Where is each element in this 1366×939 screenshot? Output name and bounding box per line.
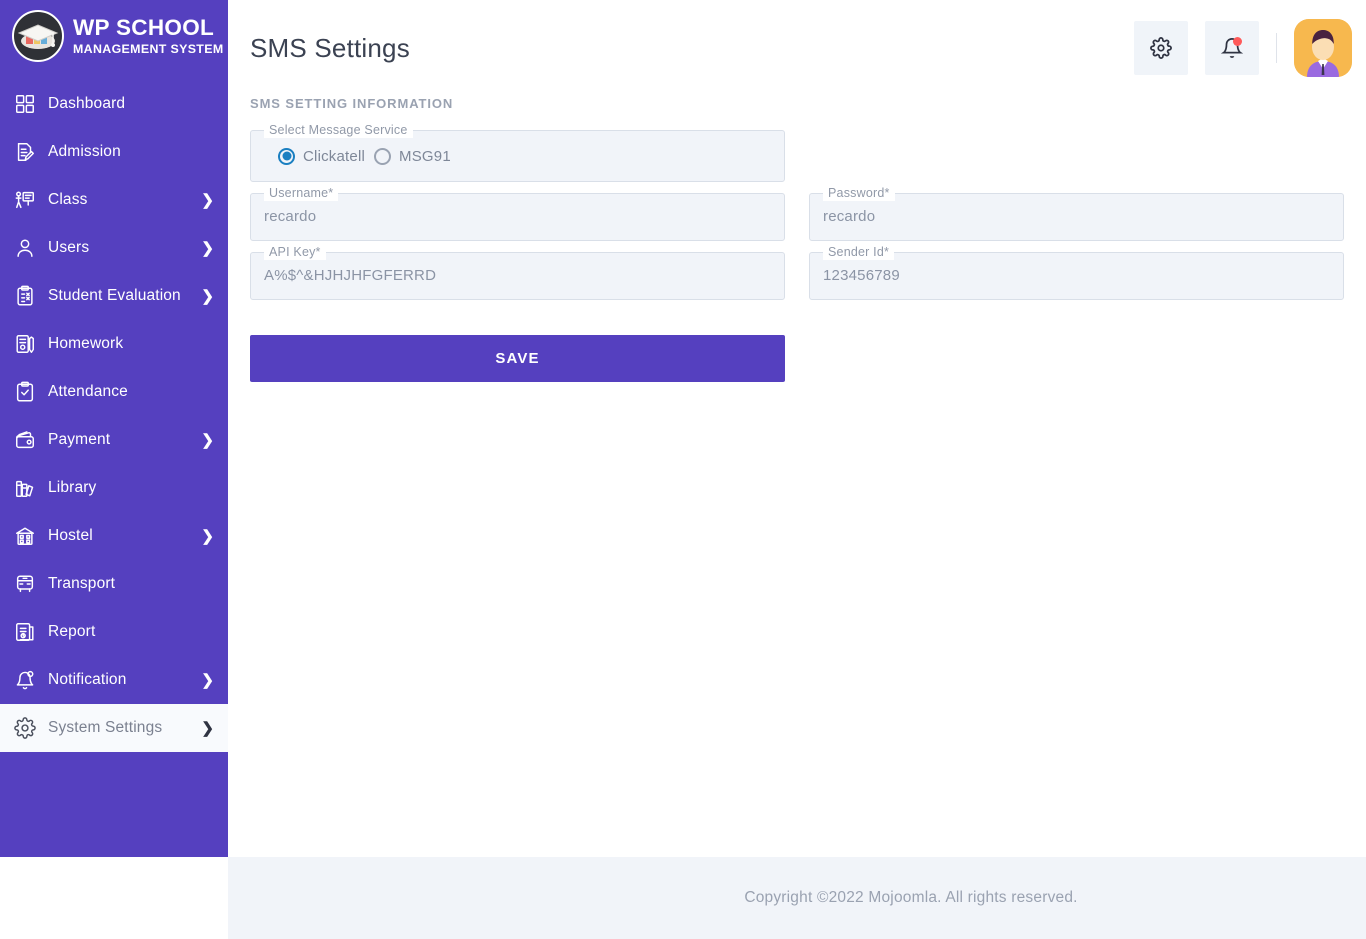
bus-icon	[12, 571, 38, 597]
sidebar-item-homework[interactable]: Homework	[0, 320, 228, 368]
sidebar-item-label: Report	[48, 623, 96, 640]
radio-option-label: MSG91	[399, 147, 451, 165]
sidebar-nav: Dashboard Admission Class ❯ Users ❯ Student Ev…	[0, 80, 228, 752]
hostel-building-icon	[12, 523, 38, 549]
message-service-group: Select Message Service Clickatell MSG91	[250, 123, 785, 182]
wallet-icon	[12, 427, 38, 453]
graduation-cap-icon	[12, 10, 64, 62]
settings-button[interactable]	[1134, 21, 1188, 75]
sidebar-item-label: Dashboard	[48, 95, 126, 112]
person-icon	[12, 235, 38, 261]
chevron-right-icon: ❯	[201, 191, 214, 209]
sidebar-item-attendance[interactable]: Attendance	[0, 368, 228, 416]
save-button[interactable]: SAVE	[250, 335, 785, 382]
field-api-key[interactable]: API Key* A%$^&HJHJHFGFERRD	[250, 245, 785, 300]
sidebar-item-transport[interactable]: Transport	[0, 560, 228, 608]
sms-settings-form: Select Message Service Clickatell MSG91 U…	[250, 123, 1344, 382]
main-area: SMS Settings SMS SETTING INFORMATION Sel…	[228, 0, 1366, 939]
sidebar-item-label: Payment	[48, 431, 111, 448]
teacher-board-icon	[12, 187, 38, 213]
book-pencil-icon	[12, 331, 38, 357]
sidebar-item-report[interactable]: Report	[0, 608, 228, 656]
radio-mark[interactable]	[374, 147, 392, 165]
topbar: SMS Settings	[228, 0, 1366, 96]
chevron-right-icon: ❯	[201, 719, 214, 737]
footer-copyright: Copyright ©2022 Mojoomla. All rights res…	[744, 889, 1078, 906]
clipboard-check-icon	[12, 283, 38, 309]
footer: Copyright ©2022 Mojoomla. All rights res…	[228, 857, 1366, 939]
sidebar-item-label: Notification	[48, 671, 127, 688]
bell-icon	[12, 667, 38, 693]
topbar-divider	[1276, 33, 1277, 63]
sidebar-item-payment[interactable]: Payment ❯	[0, 416, 228, 464]
field-username-label: Username*	[264, 186, 339, 201]
chevron-right-icon: ❯	[201, 527, 214, 545]
field-password-value: recardo	[823, 208, 876, 225]
notifications-button[interactable]	[1205, 21, 1259, 75]
chevron-right-icon: ❯	[201, 287, 214, 305]
field-username[interactable]: Username* recardo	[250, 186, 785, 241]
message-service-options: Clickatell MSG91	[264, 147, 451, 165]
chevron-right-icon: ❯	[201, 431, 214, 449]
sidebar-item-library[interactable]: Library	[0, 464, 228, 512]
radio-option-clickatell[interactable]: Clickatell	[278, 147, 366, 165]
gear-icon	[12, 715, 38, 741]
graduation-cap-glyph	[17, 24, 59, 49]
clipboard-tick-icon	[12, 379, 38, 405]
sidebar-item-class[interactable]: Class ❯	[0, 176, 228, 224]
section-title: SMS SETTING INFORMATION	[250, 96, 454, 111]
radio-option-label: Clickatell	[303, 147, 366, 165]
sidebar-item-label: System Settings	[48, 719, 163, 736]
message-service-label: Select Message Service	[264, 123, 413, 138]
grid-dashboard-icon	[12, 91, 38, 117]
sidebar-item-label: Library	[48, 479, 97, 496]
gear-icon	[1150, 37, 1172, 59]
sidebar: WP SCHOOL MANAGEMENT SYSTEM Dashboard Adm…	[0, 0, 228, 857]
field-sender-id-value: 123456789	[823, 267, 900, 284]
app-root: WP SCHOOL MANAGEMENT SYSTEM Dashboard Adm…	[0, 0, 1366, 939]
sidebar-item-admission[interactable]: Admission	[0, 128, 228, 176]
field-password-label: Password*	[823, 186, 895, 201]
sidebar-item-dashboard[interactable]: Dashboard	[0, 80, 228, 128]
radio-mark[interactable]	[278, 147, 295, 165]
user-avatar-icon	[1294, 19, 1352, 77]
notification-badge	[1233, 37, 1242, 46]
report-document-icon	[12, 619, 38, 645]
sidebar-item-label: Transport	[48, 575, 116, 592]
field-sender-id-label: Sender Id*	[823, 245, 895, 260]
chevron-right-icon: ❯	[201, 239, 214, 257]
field-sender-id[interactable]: Sender Id* 123456789	[809, 245, 1344, 300]
document-pencil-icon	[12, 139, 38, 165]
sidebar-item-label: Attendance	[48, 383, 128, 400]
field-password[interactable]: Password* recardo	[809, 186, 1344, 241]
sidebar-item-hostel[interactable]: Hostel ❯	[0, 512, 228, 560]
content-area: SMS SETTING INFORMATION Select Message S…	[228, 96, 1366, 939]
page-title: SMS Settings	[250, 32, 410, 63]
field-username-value: recardo	[264, 208, 317, 225]
sidebar-item-label: Student Evaluation	[48, 287, 181, 304]
field-api-key-value: A%$^&HJHJHFGFERRD	[264, 267, 437, 284]
sidebar-item-label: Hostel	[48, 527, 93, 544]
radio-option-msg91[interactable]: MSG91	[374, 147, 451, 165]
sidebar-item-label: Homework	[48, 335, 124, 352]
brand-tagline: MANAGEMENT SYSTEM	[73, 41, 224, 56]
field-api-key-label: API Key*	[264, 245, 326, 260]
sidebar-item-student-evaluation[interactable]: Student Evaluation ❯	[0, 272, 228, 320]
brand-name: WP SCHOOL	[73, 15, 215, 41]
sidebar-item-users[interactable]: Users ❯	[0, 224, 228, 272]
sidebar-item-label: Users	[48, 239, 90, 256]
brand-logo[interactable]: WP SCHOOL MANAGEMENT SYSTEM	[0, 0, 228, 72]
topbar-actions	[1134, 19, 1352, 77]
books-icon	[12, 475, 38, 501]
sidebar-item-notification[interactable]: Notification ❯	[0, 656, 228, 704]
chevron-right-icon: ❯	[201, 671, 214, 689]
avatar[interactable]	[1294, 19, 1352, 77]
sidebar-item-system-settings[interactable]: System Settings ❯	[0, 704, 228, 752]
sidebar-item-label: Class	[48, 191, 88, 208]
sidebar-item-label: Admission	[48, 143, 121, 160]
